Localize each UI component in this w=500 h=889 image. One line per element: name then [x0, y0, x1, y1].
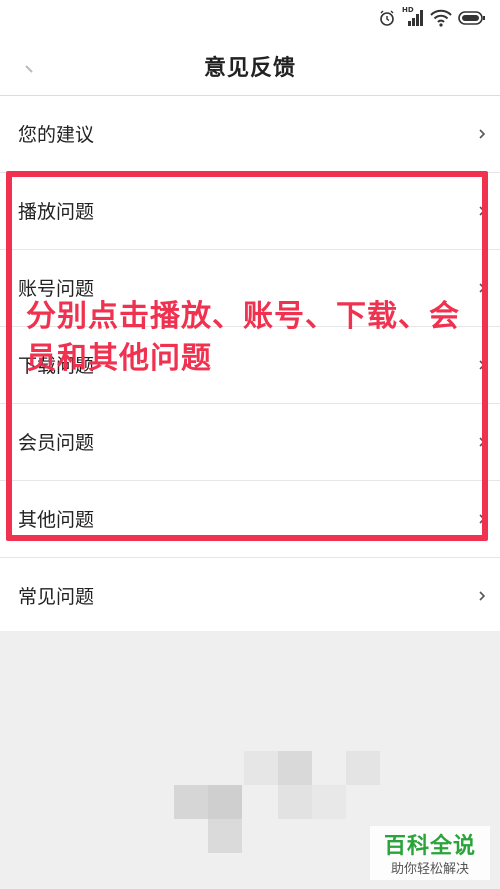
list-item-faq[interactable]: 常见问题	[0, 558, 500, 634]
battery-icon	[458, 10, 486, 26]
watermark: 百科全说 助你轻松解决	[370, 826, 490, 880]
hd-signal-icon: HD	[402, 6, 424, 27]
chevron-right-icon	[479, 591, 486, 601]
status-bar: HD	[0, 0, 500, 36]
app-header: 意见反馈	[0, 36, 500, 96]
page-title: 意见反馈	[203, 56, 296, 81]
list-item-label: 常见问题	[18, 586, 95, 608]
annotation-text: 分别点击播放、账号、下载、会员和其他问题	[26, 299, 460, 376]
watermark-subtitle: 助你轻松解决	[390, 862, 469, 877]
list-item-suggestion[interactable]: 您的建议	[0, 96, 500, 173]
wifi-icon	[430, 9, 452, 27]
list-item-label: 您的建议	[18, 124, 95, 146]
status-icons: HD	[378, 6, 486, 28]
chevron-right-icon	[479, 129, 486, 139]
alarm-icon	[378, 9, 396, 27]
watermark-title: 百科全说	[383, 834, 476, 859]
